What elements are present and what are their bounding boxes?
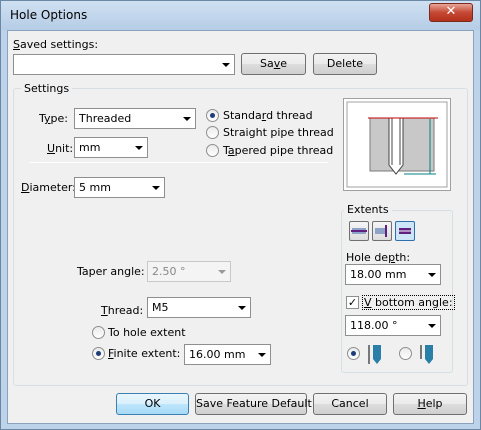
ok-button[interactable]: OK: [116, 393, 189, 415]
chevron-down-icon: [183, 117, 191, 121]
chevron-down-icon: [218, 270, 226, 274]
chevron-down-icon: [222, 63, 230, 67]
save-feature-default-button[interactable]: Save Feature Default: [195, 393, 312, 415]
chevron-down-icon: [135, 146, 143, 150]
extent-to-face-button[interactable]: [372, 221, 392, 241]
hole-depth-combo[interactable]: 18.00 mm: [345, 264, 441, 285]
depth-to-shoulder-radio[interactable]: [399, 347, 412, 360]
extent-to-face-icon: [375, 225, 387, 237]
diameter-value: 5 mm: [79, 181, 111, 194]
hole-depth-label: Hole depth:: [346, 251, 411, 264]
chevron-down-icon: [238, 306, 246, 310]
to-hole-extent-radio[interactable]: [92, 326, 105, 339]
extent-blind-icon: [399, 228, 411, 234]
finite-extent-label[interactable]: Finite extent:: [108, 347, 180, 360]
cancel-button[interactable]: Cancel: [313, 393, 387, 415]
to-hole-extent-label[interactable]: To hole extent: [108, 326, 186, 339]
thread-value: M5: [152, 301, 169, 314]
hole-preview: [343, 98, 451, 191]
taper-angle-combo: 2.50 °: [147, 261, 231, 282]
tapered-pipe-thread-radio[interactable]: [206, 144, 219, 157]
standard-thread-radio[interactable]: [206, 109, 219, 122]
thread-combo[interactable]: M5: [147, 297, 251, 318]
depth-to-tip-radio[interactable]: [347, 347, 360, 360]
v-bottom-label[interactable]: V bottom angle:: [362, 295, 455, 310]
v-bottom-angle-combo[interactable]: 118.00 °: [345, 315, 441, 336]
depth-to-shoulder-icon: [420, 345, 433, 364]
standard-thread-label[interactable]: Standard thread: [223, 109, 313, 122]
save-button[interactable]: Save: [241, 53, 306, 75]
diameter-combo[interactable]: 5 mm: [74, 177, 165, 198]
finite-extent-radio[interactable]: [92, 347, 105, 360]
tapered-pipe-thread-label[interactable]: Tapered pipe thread: [223, 144, 333, 157]
hole-options-window: Hole Options ✕ Saved settings: Save Dele…: [0, 0, 481, 430]
hole-preview-image: [346, 101, 448, 188]
saved-settings-combo[interactable]: [13, 54, 235, 75]
help-button[interactable]: Help: [393, 393, 467, 415]
taper-angle-value: 2.50 °: [152, 265, 186, 278]
v-bottom-angle-value: 118.00 °: [350, 319, 398, 332]
type-combo[interactable]: Threaded: [74, 108, 196, 129]
depth-to-tip-icon: [368, 345, 381, 364]
straight-pipe-thread-label[interactable]: Straight pipe thread: [223, 126, 334, 139]
finite-extent-combo[interactable]: 16.00 mm: [184, 344, 271, 365]
settings-separator: [29, 162, 328, 163]
chevron-down-icon: [152, 186, 160, 190]
unit-value: mm: [79, 141, 101, 154]
delete-button[interactable]: Delete: [313, 53, 377, 75]
extents-group-title: Extents: [344, 203, 392, 216]
window-title: Hole Options: [10, 8, 88, 22]
straight-pipe-thread-radio[interactable]: [206, 126, 219, 139]
thread-label: Thread:: [101, 304, 144, 317]
finite-extent-value: 16.00 mm: [189, 348, 246, 361]
settings-group-title: Settings: [21, 82, 73, 95]
chevron-down-icon: [428, 273, 436, 277]
close-button[interactable]: ✕: [429, 3, 473, 22]
unit-combo[interactable]: mm: [74, 137, 148, 158]
saved-settings-label: Saved settings:: [13, 38, 99, 51]
unit-label: Unit:: [47, 142, 74, 155]
taper-angle-label: Taper angle:: [77, 265, 145, 278]
extent-through-button[interactable]: [349, 221, 369, 241]
type-value: Threaded: [79, 112, 132, 125]
extent-blind-button[interactable]: [395, 221, 415, 241]
type-label: Type:: [39, 112, 68, 125]
v-bottom-checkbox[interactable]: ✓: [346, 296, 359, 309]
chevron-down-icon: [428, 324, 436, 328]
title-bar[interactable]: Hole Options ✕: [1, 1, 480, 30]
dialog-client: Saved settings: Save Delete Settings Typ…: [7, 30, 474, 424]
hole-depth-value: 18.00 mm: [350, 268, 407, 281]
extent-through-icon: [351, 228, 367, 234]
diameter-label: Diameter:: [21, 181, 76, 194]
chevron-down-icon: [258, 353, 266, 357]
